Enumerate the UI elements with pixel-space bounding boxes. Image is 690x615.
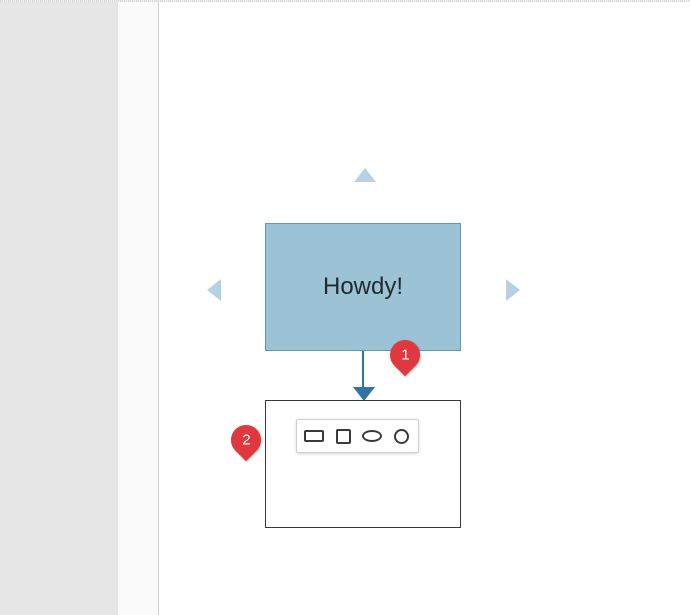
ruler-gutter bbox=[118, 2, 159, 615]
shape-option-ellipse[interactable] bbox=[361, 425, 383, 447]
shape-option-square[interactable] bbox=[332, 425, 354, 447]
circle-icon bbox=[394, 429, 409, 444]
add-shape-up-arrow[interactable] bbox=[354, 168, 376, 182]
smartart-shape-text: Howdy! bbox=[323, 273, 403, 301]
add-shape-right-arrow[interactable] bbox=[506, 279, 520, 301]
connector-arrow-down-icon bbox=[353, 387, 375, 401]
shape-picker-toolbar[interactable] bbox=[296, 419, 419, 453]
annotation-marker-1-label: 1 bbox=[401, 347, 409, 364]
navigation-pane bbox=[0, 2, 118, 615]
shape-option-circle[interactable] bbox=[390, 425, 412, 447]
annotation-marker-2-label: 2 bbox=[242, 432, 250, 449]
smartart-shape[interactable]: Howdy! bbox=[265, 223, 461, 351]
connector-line bbox=[362, 351, 364, 389]
shape-option-rectangle[interactable] bbox=[303, 425, 325, 447]
ellipse-icon bbox=[362, 430, 382, 442]
rectangle-icon bbox=[304, 430, 324, 442]
square-icon bbox=[336, 429, 351, 444]
add-shape-left-arrow[interactable] bbox=[207, 279, 221, 301]
